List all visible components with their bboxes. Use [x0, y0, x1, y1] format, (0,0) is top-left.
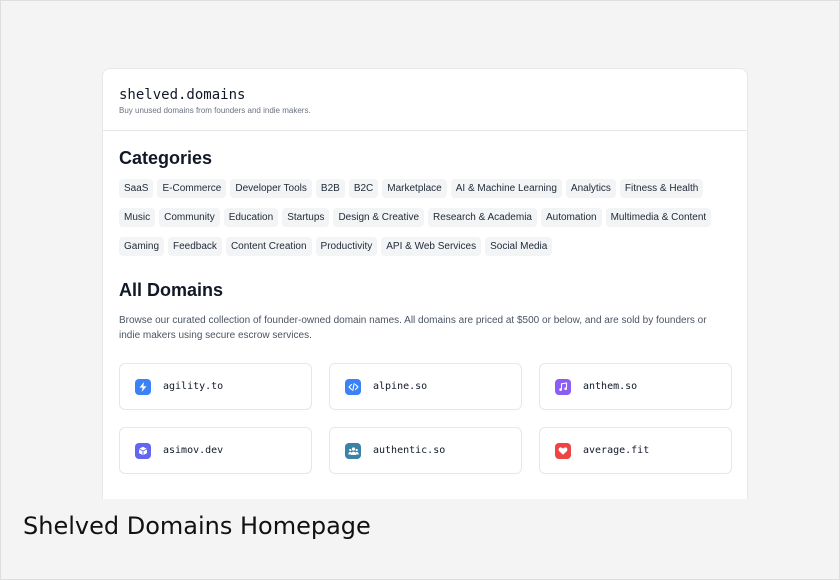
category-chip[interactable]: Social Media	[485, 237, 553, 256]
domain-name: asimov.dev	[163, 445, 224, 456]
lightning-icon	[135, 378, 151, 395]
category-chip[interactable]: Education	[223, 208, 279, 227]
domain-name: average.fit	[583, 445, 650, 456]
category-chip[interactable]: B2C	[348, 179, 379, 198]
image-caption: Shelved Domains Homepage	[23, 512, 371, 540]
domain-card[interactable]: alpine.so	[329, 363, 522, 410]
category-chip[interactable]: Design & Creative	[333, 208, 425, 227]
category-chip[interactable]: API & Web Services	[381, 237, 482, 256]
site-tagline: Buy unused domains from founders and ind…	[119, 106, 311, 115]
main-card: shelved.domains Buy unused domains from …	[102, 68, 748, 499]
domain-card[interactable]: authentic.so	[329, 427, 522, 474]
all-domains-heading: All Domains	[119, 280, 224, 300]
image-frame: shelved.domains Buy unused domains from …	[0, 0, 840, 580]
users-icon	[345, 442, 361, 459]
domain-card[interactable]: anthem.so	[539, 363, 732, 410]
category-chip[interactable]: B2B	[315, 179, 345, 198]
domain-name: agility.to	[163, 381, 224, 392]
category-chip[interactable]: Gaming	[119, 237, 165, 256]
category-chip[interactable]: Content Creation	[225, 237, 312, 256]
heart-icon	[555, 442, 571, 459]
categories-heading: Categories	[119, 148, 213, 168]
category-chip[interactable]: Automation	[540, 208, 602, 227]
domain-card[interactable]: agility.to	[119, 363, 312, 410]
category-chip[interactable]: Startups	[282, 208, 330, 227]
category-chip[interactable]: Community	[159, 208, 220, 227]
site-header: shelved.domains Buy unused domains from …	[103, 69, 747, 131]
category-chip[interactable]: Feedback	[168, 237, 222, 256]
domain-card[interactable]: asimov.dev	[119, 427, 312, 474]
domain-name: anthem.so	[583, 381, 638, 392]
category-chip[interactable]: Multimedia & Content	[605, 208, 712, 227]
music-note-icon	[555, 378, 571, 395]
page-viewport: shelved.domains Buy unused domains from …	[21, 21, 821, 499]
category-chip-list: SaaS E-Commerce Developer Tools B2B B2C Marke…	[119, 178, 731, 265]
code-icon	[345, 378, 361, 395]
category-chip[interactable]: Music	[119, 208, 156, 227]
site-brand[interactable]: shelved.domains	[119, 69, 731, 103]
cube-icon	[135, 442, 151, 459]
domain-grid: agility.to alpine.so anthem.so asimov.dev au…	[119, 363, 732, 474]
domain-card[interactable]: average.fit	[539, 427, 732, 474]
category-chip[interactable]: Developer Tools	[230, 179, 312, 198]
category-chip[interactable]: AI & Machine Learning	[450, 179, 562, 198]
category-chip[interactable]: SaaS	[119, 179, 154, 198]
category-chip[interactable]: Fitness & Health	[619, 179, 704, 198]
category-chip[interactable]: Research & Academia	[428, 208, 537, 227]
domain-name: alpine.so	[373, 381, 428, 392]
category-chip[interactable]: Marketplace	[382, 179, 447, 198]
category-chip[interactable]: Productivity	[315, 237, 378, 256]
all-domains-description: Browse our curated collection of founder…	[119, 315, 707, 341]
category-chip[interactable]: E-Commerce	[157, 179, 227, 198]
category-chip[interactable]: Analytics	[565, 179, 616, 198]
categories-section: Categories SaaS E-Commerce Developer Tools…	[103, 147, 747, 474]
domain-name: authentic.so	[373, 445, 446, 456]
